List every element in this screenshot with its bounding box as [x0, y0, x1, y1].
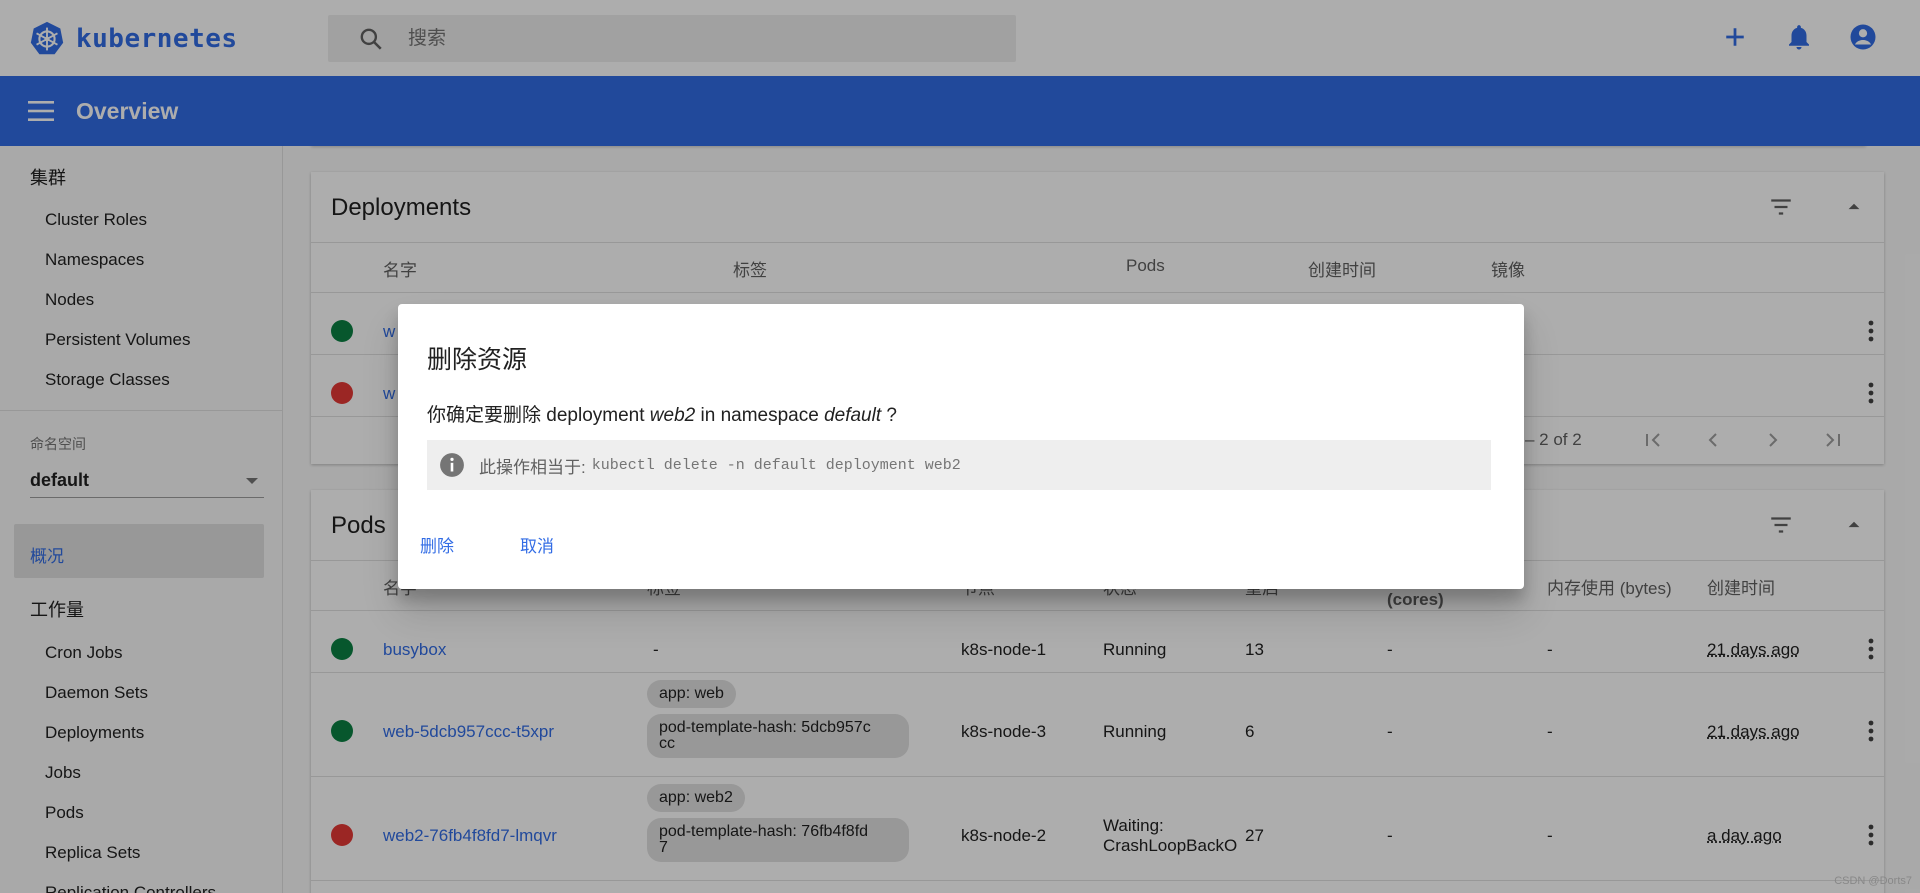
delete-button[interactable]: 删除: [420, 532, 454, 557]
dialog-resource-name: web2: [649, 405, 696, 426]
delete-resource-dialog: 删除资源 你确定要删除 deployment web2 in namespace…: [398, 304, 1524, 589]
watermark: CSDN @Dorts7: [1834, 875, 1912, 887]
dialog-message-mid: in namespace: [695, 405, 825, 426]
dialog-info-box: 此操作相当于: kubectl delete -n default deploy…: [427, 440, 1491, 490]
kubectl-command: kubectl delete -n default deployment web…: [591, 456, 961, 474]
info-label: 此操作相当于:: [479, 457, 586, 477]
cancel-button[interactable]: 取消: [520, 532, 554, 557]
dialog-title: 删除资源: [427, 346, 528, 374]
info-icon: [440, 453, 464, 477]
dialog-message-suffix: ?: [881, 405, 897, 426]
dialog-message-prefix: 你确定要删除 deployment: [427, 405, 650, 426]
dialog-namespace-name: default: [824, 405, 882, 426]
dialog-message: 你确定要删除 deployment web2 in namespace defa…: [427, 400, 897, 427]
